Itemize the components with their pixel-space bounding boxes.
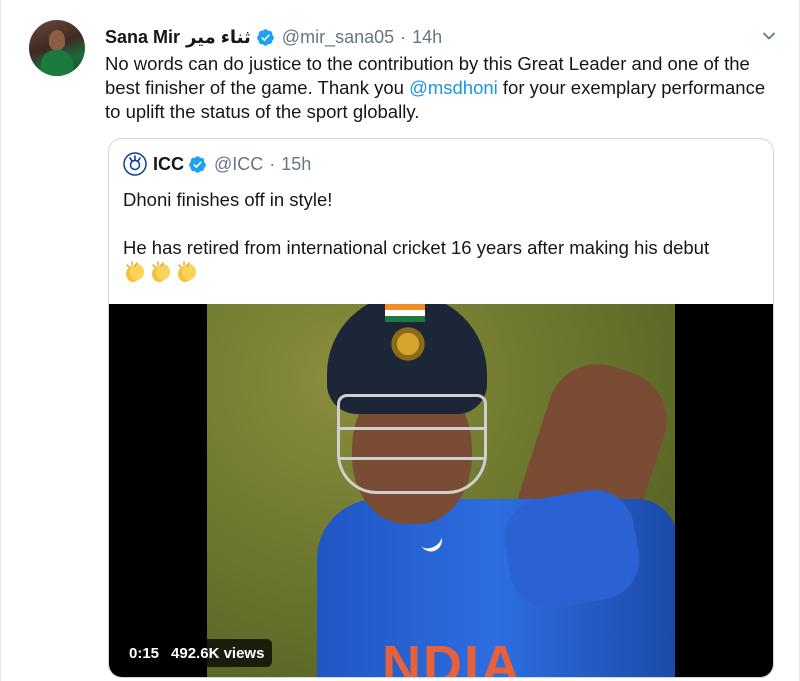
tweet-handle[interactable]: @mir_sana05 <box>282 27 394 48</box>
tweet-text: No words can do justice to the contribut… <box>105 52 785 124</box>
display-name[interactable]: Sana Mir <box>105 27 180 48</box>
tweet-timestamp[interactable]: 14h <box>412 27 442 48</box>
avatar-head <box>49 30 65 50</box>
clapping-hands-icon <box>178 261 196 282</box>
quoted-display-name[interactable]: ICC <box>153 154 184 175</box>
mention-link[interactable]: @msdhoni <box>409 77 498 98</box>
video-views: 492.6K views <box>171 644 265 662</box>
caret-down-icon[interactable] <box>761 28 777 44</box>
quoted-text-line1: Dhoni finishes off in style! <box>123 189 333 210</box>
video-flag <box>385 304 425 322</box>
tweet-container: Sana Mir ثناء میر @mir_sana05 · 14h No w… <box>0 0 800 681</box>
quoted-timestamp[interactable]: 15h <box>281 154 311 175</box>
quoted-handle[interactable]: @ICC <box>214 154 263 175</box>
verified-badge-icon <box>189 155 206 173</box>
separator-dot: · <box>269 153 276 174</box>
icc-logo <box>123 152 147 176</box>
quoted-tweet-header: ICC @ICC · 15h <box>123 152 311 176</box>
separator-dot: · <box>400 26 407 47</box>
tweet-header: Sana Mir ثناء میر @mir_sana05 · 14h <box>105 24 442 50</box>
video-info-badge: 0:15 492.6K views <box>121 639 273 667</box>
clapping-hands-icon <box>152 261 170 282</box>
video-emblem <box>389 324 427 364</box>
clapping-hands-icon <box>126 261 144 282</box>
avatar[interactable] <box>29 20 85 76</box>
avatar-shirt <box>41 50 73 76</box>
display-name-arabic[interactable]: ثناء میر <box>186 27 251 48</box>
quoted-text-line2: He has retired from international cricke… <box>123 237 710 258</box>
verified-badge-icon <box>256 28 274 46</box>
emoji-row <box>123 261 199 283</box>
video-frame: NDIA <box>207 304 675 678</box>
video-player[interactable]: NDIA 0:15 492.6K views <box>109 304 773 678</box>
video-duration: 0:15 <box>129 644 160 662</box>
video-grille <box>337 394 487 494</box>
video-jersey-text: NDIA <box>382 635 522 678</box>
quoted-tweet[interactable]: ICC @ICC · 15h Dhoni finishes off in sty… <box>108 138 774 678</box>
